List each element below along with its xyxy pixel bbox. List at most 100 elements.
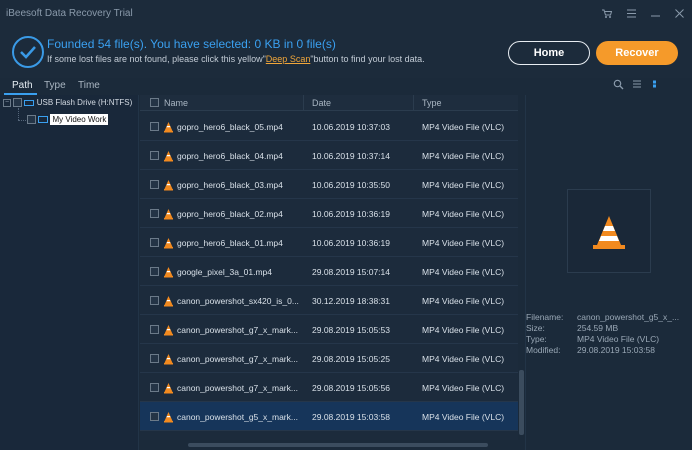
column-type[interactable]: Type xyxy=(422,98,442,108)
detail-view-icon[interactable] xyxy=(652,79,662,92)
column-date[interactable]: Date xyxy=(312,98,331,108)
file-date: 29.08.2019 15:03:58 xyxy=(312,412,390,422)
list-vertical-scrollbar[interactable] xyxy=(518,95,525,440)
vlc-cone-icon xyxy=(163,381,174,399)
file-date: 10.06.2019 10:36:19 xyxy=(312,238,390,248)
drive-checkbox[interactable] xyxy=(13,98,23,108)
vlc-cone-icon xyxy=(163,236,174,254)
minimize-icon[interactable] xyxy=(648,6,662,20)
search-icon[interactable] xyxy=(613,79,624,93)
table-row[interactable]: canon_powershot_g7_x_mark... 29.08.2019 1… xyxy=(140,315,518,344)
table-row[interactable]: gopro_hero6_black_05.mp4 10.06.2019 10:37… xyxy=(140,112,518,141)
row-checkbox[interactable] xyxy=(150,412,159,421)
row-checkbox[interactable] xyxy=(150,354,159,363)
file-type: MP4 Video File (VLC) xyxy=(422,151,505,161)
recover-button[interactable]: Recover xyxy=(596,41,678,65)
file-type: MP4 Video File (VLC) xyxy=(422,354,505,364)
row-checkbox[interactable] xyxy=(150,267,159,276)
row-checkbox[interactable] xyxy=(150,238,159,247)
file-name: canon_powershot_g7_x_mark... xyxy=(177,354,298,364)
detail-type-label: Type: xyxy=(526,334,547,344)
vlc-cone-icon xyxy=(163,149,174,167)
file-name: canon_powershot_g5_x_mark... xyxy=(177,412,298,422)
file-type: MP4 Video File (VLC) xyxy=(422,209,505,219)
table-row[interactable]: canon_powershot_g7_x_mark... 29.08.2019 1… xyxy=(140,344,518,373)
list-view-icon[interactable] xyxy=(632,79,642,92)
folder-tree xyxy=(0,95,139,450)
collapse-icon[interactable]: − xyxy=(3,98,11,107)
vlc-cone-icon xyxy=(163,352,174,370)
detail-type: MP4 Video File (VLC) xyxy=(577,334,660,344)
cart-icon[interactable] xyxy=(599,6,613,20)
table-row[interactable]: canon_powershot_g7_x_mark... 29.08.2019 1… xyxy=(140,373,518,402)
file-date: 29.08.2019 15:05:53 xyxy=(312,325,390,335)
close-icon[interactable] xyxy=(672,6,686,20)
scroll-thumb[interactable] xyxy=(188,443,488,447)
file-name: google_pixel_3a_01.mp4 xyxy=(177,267,272,277)
tab-time[interactable]: Time xyxy=(78,80,100,91)
vlc-cone-icon xyxy=(593,216,625,249)
file-name: gopro_hero6_black_04.mp4 xyxy=(177,151,283,161)
found-summary: Founded 54 file(s). You have selected: 0… xyxy=(47,37,336,51)
file-thumbnail xyxy=(567,189,651,273)
table-row[interactable]: gopro_hero6_black_04.mp4 10.06.2019 10:37… xyxy=(140,141,518,170)
tab-path[interactable]: Path xyxy=(12,80,33,91)
column-name[interactable]: Name xyxy=(164,98,188,108)
row-checkbox[interactable] xyxy=(150,325,159,334)
table-row[interactable]: gopro_hero6_black_02.mp4 10.06.2019 10:36… xyxy=(140,199,518,228)
table-row[interactable]: gopro_hero6_black_01.mp4 10.06.2019 10:36… xyxy=(140,228,518,257)
drive-label: USB Flash Drive (H:NTFS) xyxy=(36,98,133,107)
detail-filename: canon_powershot_g5_x_... xyxy=(577,312,680,322)
usb-drive-icon xyxy=(24,99,35,106)
vlc-cone-icon xyxy=(163,178,174,196)
file-type: MP4 Video File (VLC) xyxy=(422,180,505,190)
vlc-cone-icon xyxy=(163,410,174,428)
table-row[interactable]: canon_powershot_g5_x_mark... 29.08.2019 1… xyxy=(140,402,518,431)
vlc-cone-icon xyxy=(163,294,174,312)
menu-icon[interactable] xyxy=(624,6,638,20)
file-date: 29.08.2019 15:05:25 xyxy=(312,354,390,364)
select-all-checkbox[interactable] xyxy=(150,98,159,107)
file-list: Name Date Type gopro_hero6_black_05.mp4 1… xyxy=(140,95,518,450)
detail-size-label: Size: xyxy=(526,323,545,333)
detail-modified-label: Modified: xyxy=(526,345,561,355)
list-horizontal-scrollbar[interactable] xyxy=(140,440,518,450)
folder-icon xyxy=(38,116,49,124)
file-name: gopro_hero6_black_02.mp4 xyxy=(177,209,283,219)
table-row[interactable]: google_pixel_3a_01.mp4 29.08.2019 15:07:1… xyxy=(140,257,518,286)
column-divider[interactable] xyxy=(303,95,304,111)
file-name: canon_powershot_g7_x_mark... xyxy=(177,383,298,393)
table-row[interactable]: gopro_hero6_black_03.mp4 10.06.2019 10:35… xyxy=(140,170,518,199)
home-button[interactable]: Home xyxy=(508,41,590,65)
scan-complete-icon xyxy=(12,36,44,68)
file-type: MP4 Video File (VLC) xyxy=(422,296,505,306)
file-type: MP4 Video File (VLC) xyxy=(422,383,505,393)
scroll-thumb[interactable] xyxy=(519,370,524,435)
file-name: canon_powershot_g7_x_mark... xyxy=(177,325,298,335)
file-type: MP4 Video File (VLC) xyxy=(422,267,505,277)
tree-connector xyxy=(18,108,19,120)
vlc-cone-icon xyxy=(163,120,174,138)
file-name: canon_powershot_sx420_is_0... xyxy=(177,296,299,306)
file-type: MP4 Video File (VLC) xyxy=(422,238,505,248)
tab-type[interactable]: Type xyxy=(44,80,66,91)
row-checkbox[interactable] xyxy=(150,383,159,392)
table-row[interactable]: canon_powershot_sx420_is_0... 30.12.2019 … xyxy=(140,286,518,315)
file-date: 10.06.2019 10:37:14 xyxy=(312,151,390,161)
row-checkbox[interactable] xyxy=(150,122,159,131)
file-type: MP4 Video File (VLC) xyxy=(422,122,505,132)
column-divider[interactable] xyxy=(413,95,414,111)
detail-filename-label: Filename: xyxy=(526,312,564,322)
file-date: 29.08.2019 15:05:56 xyxy=(312,383,390,393)
file-type: MP4 Video File (VLC) xyxy=(422,325,505,335)
tree-item-drive[interactable]: − USB Flash Drive (H:NTFS) xyxy=(3,98,133,108)
row-checkbox[interactable] xyxy=(150,151,159,160)
detail-modified: 29.08.2019 15:03:58 xyxy=(577,345,655,355)
tree-item-folder[interactable]: My Video Work xyxy=(27,114,109,125)
row-checkbox[interactable] xyxy=(150,209,159,218)
list-header: Name Date Type xyxy=(140,95,518,111)
folder-checkbox[interactable] xyxy=(27,115,36,125)
row-checkbox[interactable] xyxy=(150,180,159,189)
deep-scan-link[interactable]: Deep Scan xyxy=(266,54,311,64)
row-checkbox[interactable] xyxy=(150,296,159,305)
